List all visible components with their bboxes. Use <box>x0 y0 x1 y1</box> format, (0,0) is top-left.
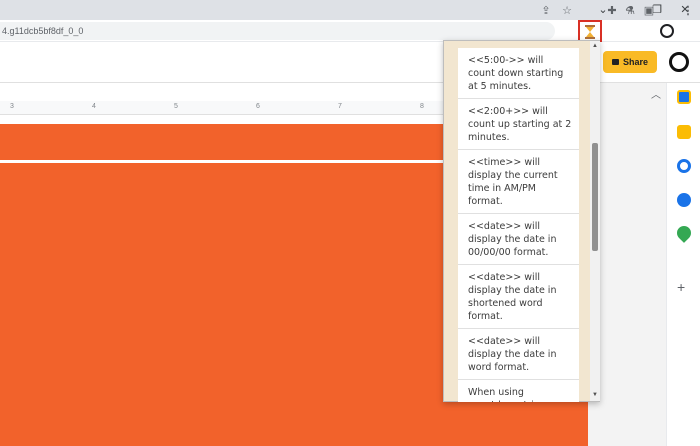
profile-avatar[interactable] <box>660 24 674 38</box>
list-item: <<date>> will display the date in word f… <box>458 329 579 380</box>
ruler-tick: 5 <box>174 103 178 110</box>
timer-extension-popup: <<5:00->> will count down starting at 5 … <box>443 40 600 402</box>
account-avatar[interactable] <box>669 52 689 72</box>
extensions-puzzle-icon[interactable]: ✚ <box>604 3 620 19</box>
title-bar: ⌄ – ❐ ✕ <box>0 0 700 20</box>
ruler-tick: 8 <box>420 103 424 110</box>
hourglass-icon <box>585 25 595 39</box>
chevron-up-icon[interactable]: ︿ <box>651 86 661 101</box>
list-item: When using countdown trigger <box>458 380 579 402</box>
side-panel-icon[interactable]: ▣ <box>641 3 657 19</box>
tasks-icon[interactable] <box>677 159 691 173</box>
lock-icon <box>611 59 619 65</box>
ruler-tick: 7 <box>338 103 342 110</box>
lab-flask-icon[interactable]: ⚗ <box>622 3 638 19</box>
keep-icon[interactable] <box>677 125 691 139</box>
url-field[interactable]: 4.g11dcb5bf8df_0_0 <box>0 22 555 40</box>
share-button[interactable]: Share <box>603 51 657 73</box>
add-addon-icon[interactable]: + <box>677 279 685 295</box>
ruler-tick: 4 <box>92 103 96 110</box>
share-page-icon[interactable]: ⇪ <box>538 3 554 19</box>
scroll-down-icon[interactable]: ▼ <box>591 392 599 398</box>
list-item: <<5:00->> will count down starting at 5 … <box>458 48 579 99</box>
share-button-label: Share <box>622 57 648 67</box>
scroll-thumb[interactable] <box>592 143 598 251</box>
scroll-up-icon[interactable]: ▲ <box>591 43 599 49</box>
calendar-icon[interactable] <box>677 90 691 104</box>
list-item: <<2:00+>> will count up starting at 2 mi… <box>458 99 579 150</box>
popup-scrollbar[interactable]: ▲ ▼ <box>590 41 600 401</box>
contacts-icon[interactable] <box>677 193 691 207</box>
list-item: <<date>> will display the date in 00/00/… <box>458 214 579 265</box>
list-item: <<date>> will display the date in shorte… <box>458 265 579 329</box>
ruler-tick: 6 <box>256 103 260 110</box>
bookmark-star-icon[interactable]: ☆ <box>559 3 575 19</box>
list-item: <<time>> will display the current time i… <box>458 150 579 214</box>
ruler-tick: 3 <box>10 103 14 110</box>
browser-menu-icon[interactable]: ⋮ <box>680 3 696 19</box>
help-list: <<5:00->> will count down starting at 5 … <box>458 48 579 402</box>
